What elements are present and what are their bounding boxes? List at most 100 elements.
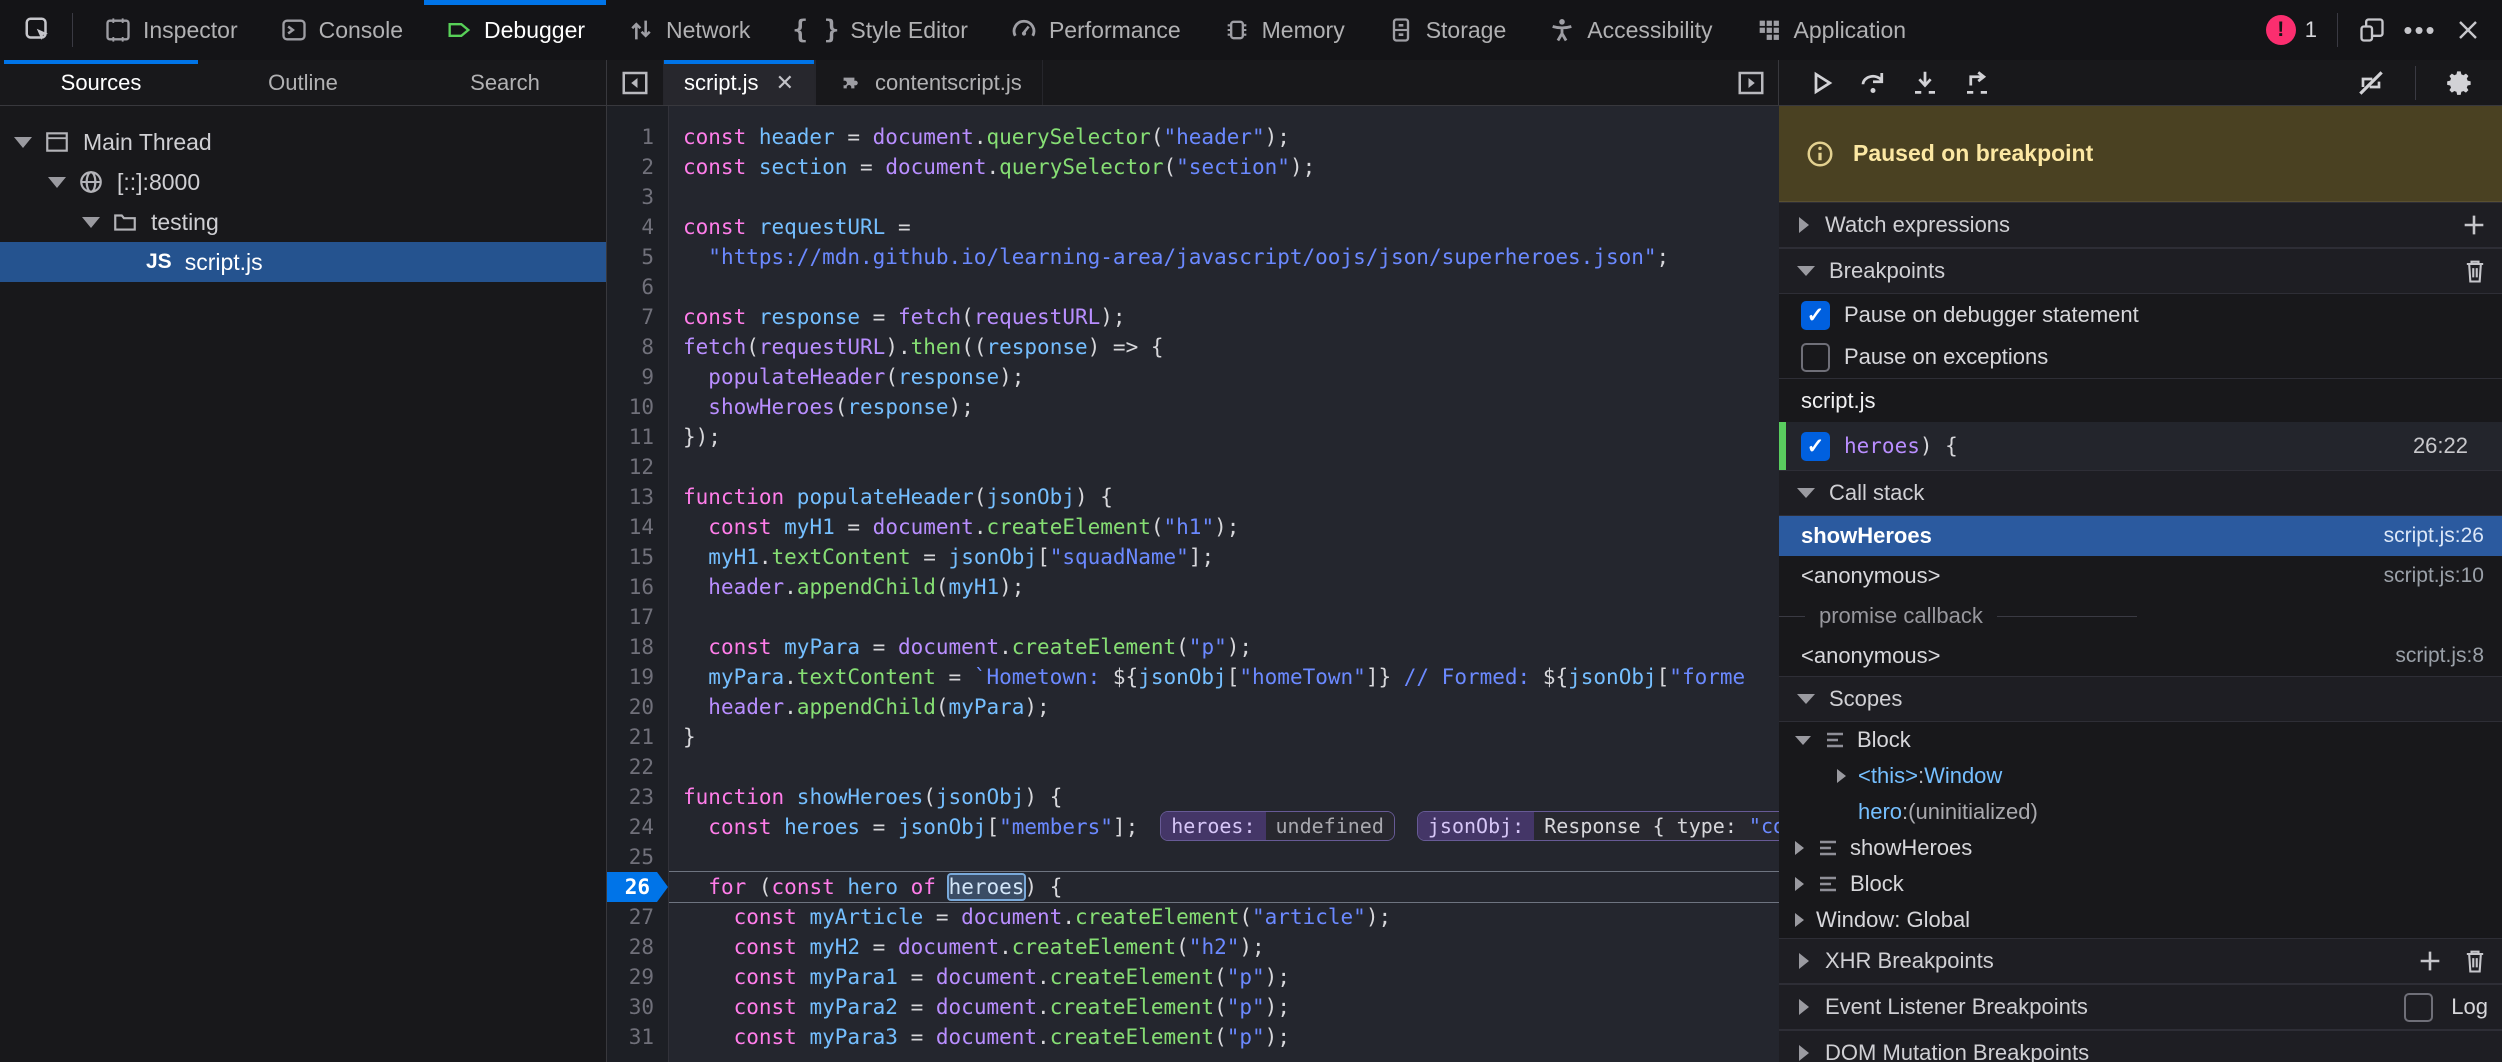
code-line-5[interactable]: "https://mdn.github.io/learning-area/jav… (669, 242, 1779, 272)
code-line-28[interactable]: const myH2 = document.createElement("h2"… (669, 932, 1779, 962)
line-number[interactable]: 30 (607, 992, 668, 1022)
code-line-24[interactable]: const heroes = jsonObj["members"];heroes… (669, 812, 1779, 842)
code-line-12[interactable] (669, 452, 1779, 482)
code-line-4[interactable]: const requestURL = (669, 212, 1779, 242)
line-number[interactable]: 18 (607, 632, 668, 662)
code-line-14[interactable]: const myH1 = document.createElement("h1"… (669, 512, 1779, 542)
line-number[interactable]: 2 (607, 152, 668, 182)
responsive-design-mode-icon[interactable] (2348, 0, 2396, 60)
code-line-30[interactable]: const myPara2 = document.createElement("… (669, 992, 1779, 1022)
code-editor[interactable]: 1234567891011121314151617181920212223242… (607, 106, 1779, 1062)
code-line-21[interactable]: } (669, 722, 1779, 752)
line-number[interactable]: 23 (607, 782, 668, 812)
breakpoint-item[interactable]: ✓heroes) {26:22 (1779, 422, 2502, 470)
code-line-20[interactable]: header.appendChild(myPara); (669, 692, 1779, 722)
line-number[interactable]: 29 (607, 962, 668, 992)
checkbox-checked[interactable]: ✓ (1801, 301, 1830, 330)
code-line-3[interactable] (669, 182, 1779, 212)
scope-row[interactable]: Block (1779, 866, 2502, 902)
scope-row[interactable]: Block (1779, 722, 2502, 758)
step-over-icon[interactable] (1847, 63, 1899, 103)
editor-gutter[interactable]: 1234567891011121314151617181920212223242… (607, 106, 669, 1062)
line-number[interactable]: 5 (607, 242, 668, 272)
line-number[interactable]: 10 (607, 392, 668, 422)
line-number[interactable]: 27 (607, 902, 668, 932)
code-line-7[interactable]: const response = fetch(requestURL); (669, 302, 1779, 332)
line-number[interactable]: 7 (607, 302, 668, 332)
code-line-26[interactable]: for (const hero of heroes) { (669, 872, 1779, 902)
event-listener-breakpoints-header[interactable]: Event Listener Breakpoints Log (1779, 984, 2502, 1030)
error-count-badge[interactable]: ! 1 (2266, 15, 2317, 45)
tab-debugger[interactable]: Debugger (424, 0, 606, 60)
code-line-15[interactable]: myH1.textContent = jsonObj["squadName"]; (669, 542, 1779, 572)
code-line-19[interactable]: myPara.textContent = `Hometown: ${jsonOb… (669, 662, 1779, 692)
line-number[interactable]: 28 (607, 932, 668, 962)
scopes-header[interactable]: Scopes (1779, 676, 2502, 722)
editor-code[interactable]: const header = document.querySelector("h… (669, 106, 1779, 1062)
inline-variable-preview[interactable]: jsonObj:Response { type: "co (1417, 811, 1779, 841)
tab-performance[interactable]: Performance (989, 0, 1202, 60)
scope-row[interactable]: showHeroes (1779, 830, 2502, 866)
sources-pane-tab-sources[interactable]: Sources (0, 60, 202, 105)
code-line-29[interactable]: const myPara1 = document.createElement("… (669, 962, 1779, 992)
line-number[interactable]: 21 (607, 722, 668, 752)
call-stack-frame[interactable]: showHeroesscript.js:26 (1779, 516, 2502, 556)
line-number[interactable]: 22 (607, 752, 668, 782)
line-number[interactable]: 24 (607, 812, 668, 842)
code-line-22[interactable] (669, 752, 1779, 782)
collapse-sources-pane-icon[interactable] (607, 60, 663, 105)
code-line-23[interactable]: function showHeroes(jsonObj) { (669, 782, 1779, 812)
line-number[interactable]: 17 (607, 602, 668, 632)
line-number[interactable]: 8 (607, 332, 668, 362)
step-out-icon[interactable] (1951, 63, 2003, 103)
code-line-13[interactable]: function populateHeader(jsonObj) { (669, 482, 1779, 512)
source-tree-item-main-thread[interactable]: Main Thread (0, 122, 606, 162)
source-tree-item--8000[interactable]: [::]:8000 (0, 162, 606, 202)
line-number[interactable]: 3 (607, 182, 668, 212)
line-number[interactable]: 12 (607, 452, 668, 482)
dom-mutation-breakpoints-header[interactable]: DOM Mutation Breakpoints (1779, 1030, 2502, 1062)
line-number[interactable]: 25 (607, 842, 668, 872)
editor-tab-contentscript.js[interactable]: contentscript.js (815, 60, 1043, 105)
sources-pane-tab-outline[interactable]: Outline (202, 60, 404, 105)
source-tree-item-testing[interactable]: testing (0, 202, 606, 242)
code-line-10[interactable]: showHeroes(response); (669, 392, 1779, 422)
code-line-6[interactable] (669, 272, 1779, 302)
tab-inspector[interactable]: Inspector (83, 0, 259, 60)
code-line-2[interactable]: const section = document.querySelector("… (669, 152, 1779, 182)
line-number[interactable]: 11 (607, 422, 668, 452)
tab-application[interactable]: Application (1734, 0, 1928, 60)
line-number[interactable]: 15 (607, 542, 668, 572)
tab-accessibility[interactable]: Accessibility (1527, 0, 1733, 60)
meatball-menu-icon[interactable]: ••• (2396, 0, 2444, 60)
watch-expressions-header[interactable]: Watch expressions (1779, 202, 2502, 248)
breakpoints-header[interactable]: Breakpoints (1779, 248, 2502, 294)
add-xhr-breakpoint-icon[interactable] (2416, 947, 2444, 975)
code-line-9[interactable]: populateHeader(response); (669, 362, 1779, 392)
pick-element-icon[interactable] (14, 0, 62, 60)
scope-row[interactable]: Window: Global (1779, 902, 2502, 938)
code-line-18[interactable]: const myPara = document.createElement("p… (669, 632, 1779, 662)
breakpoint-source-header[interactable]: script.js (1779, 378, 2502, 422)
tab-style-editor[interactable]: { }Style Editor (771, 0, 989, 60)
source-tree-item-script-js[interactable]: JSscript.js (0, 242, 606, 282)
call-stack-header[interactable]: Call stack (1779, 470, 2502, 516)
line-number[interactable]: 20 (607, 692, 668, 722)
code-line-11[interactable]: }); (669, 422, 1779, 452)
line-number[interactable]: 13 (607, 482, 668, 512)
line-number[interactable]: 19 (607, 662, 668, 692)
code-line-8[interactable]: fetch(requestURL).then((response) => { (669, 332, 1779, 362)
sources-pane-tab-search[interactable]: Search (404, 60, 606, 105)
code-line-16[interactable]: header.appendChild(myH1); (669, 572, 1779, 602)
line-number[interactable]: 16 (607, 572, 668, 602)
line-number[interactable]: 1 (607, 122, 668, 152)
deactivate-breakpoints-icon[interactable] (2345, 63, 2397, 103)
xhr-breakpoints-header[interactable]: XHR Breakpoints (1779, 938, 2502, 984)
scope-row[interactable]: hero: (uninitialized) (1779, 794, 2502, 830)
code-line-27[interactable]: const myArticle = document.createElement… (669, 902, 1779, 932)
log-checkbox[interactable] (2404, 993, 2433, 1022)
tab-storage[interactable]: Storage (1366, 0, 1528, 60)
line-number[interactable]: 6 (607, 272, 668, 302)
code-line-31[interactable]: const myPara3 = document.createElement("… (669, 1022, 1779, 1052)
code-line-1[interactable]: const header = document.querySelector("h… (669, 122, 1779, 152)
